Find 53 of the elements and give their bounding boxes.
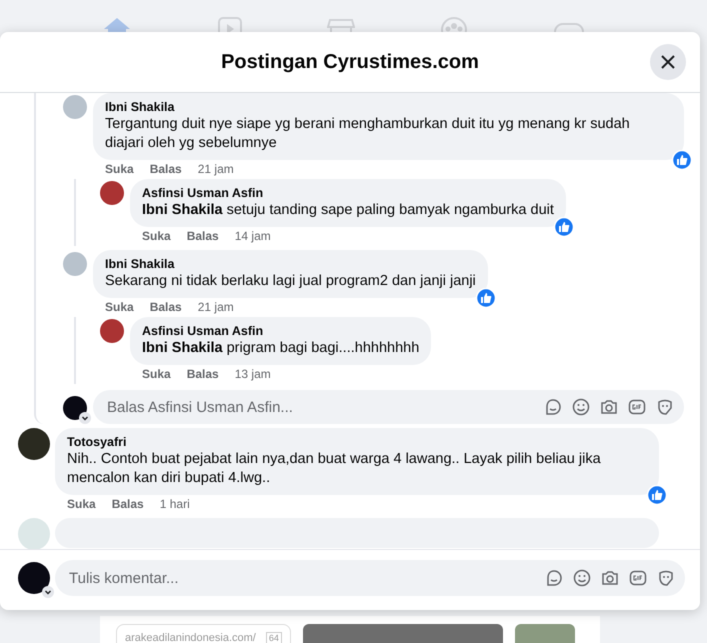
camera-icon[interactable] xyxy=(600,398,618,416)
chevron-down-icon[interactable] xyxy=(42,586,54,598)
timestamp[interactable]: 21 jam xyxy=(198,162,234,177)
sticker-icon[interactable] xyxy=(656,398,674,416)
avatar-sticker-icon[interactable] xyxy=(544,398,562,416)
comment-author[interactable]: Ibni Shakila xyxy=(105,256,476,272)
chevron-down-icon[interactable] xyxy=(79,412,91,424)
like-reaction-icon[interactable] xyxy=(476,288,496,308)
emoji-icon[interactable] xyxy=(573,569,591,587)
avatar[interactable] xyxy=(100,319,124,343)
comment-author[interactable]: Totosyafri xyxy=(67,434,647,450)
reply-field[interactable]: Balas Asfinsi Usman Asfin... xyxy=(105,390,544,424)
comment-author[interactable]: Asfinsi Usman Asfin xyxy=(142,323,420,339)
avatar-sticker-icon[interactable] xyxy=(545,569,563,587)
avatar[interactable] xyxy=(18,428,50,460)
like-link[interactable]: Suka xyxy=(67,497,96,512)
gif-icon[interactable] xyxy=(628,398,646,416)
like-link[interactable]: Suka xyxy=(142,367,171,382)
comment-text: Ibni Shakila prigram bagi bagi....hhhhhhhh xyxy=(142,339,420,358)
reply-link[interactable]: Balas xyxy=(112,497,144,512)
timestamp[interactable]: 13 jam xyxy=(234,367,271,382)
reply-link[interactable]: Balas xyxy=(186,229,219,244)
comment-text: Ibni Shakila setuju tanding sape paling bamyak ngamburka duit xyxy=(142,201,554,220)
like-link[interactable]: Suka xyxy=(105,300,134,315)
like-reaction-icon[interactable] xyxy=(647,485,667,505)
like-reaction-icon[interactable] xyxy=(672,150,692,170)
close-icon xyxy=(661,55,675,69)
dialog-title: Postingan Cyrustimes.com xyxy=(221,50,479,74)
reply-box[interactable]: Balas Asfinsi Usman Asfin... xyxy=(93,390,684,424)
sticker-icon[interactable] xyxy=(657,569,675,587)
comment-text: Tergantung duit nye siape yg berani menghamburkan duit itu yg menang kr sudah diajari oleh yg sebelumnye xyxy=(105,115,631,153)
like-reaction-icon[interactable] xyxy=(554,217,574,237)
like-link[interactable]: Suka xyxy=(142,229,171,244)
comment-box[interactable]: Tulis komentar... xyxy=(55,560,685,596)
comment-text: Nih.. Contoh buat pejabat lain nya,dan buat warga 4 lawang.. Layak pilih beliau jika mencalon kan diri bupati 4.lwg.. xyxy=(67,450,602,488)
emoji-icon[interactable] xyxy=(572,398,590,416)
comment-field[interactable]: Tulis komentar... xyxy=(67,560,545,596)
timestamp[interactable]: 14 jam xyxy=(234,229,271,244)
gif-icon[interactable] xyxy=(629,569,647,587)
reply-link[interactable]: Balas xyxy=(186,367,219,382)
like-link[interactable]: Suka xyxy=(105,162,134,177)
timestamp[interactable]: 21 jam xyxy=(198,300,234,315)
count-badge: 64 xyxy=(266,632,282,643)
comment-text: Sekarang ni tidak berlaku lagi jual program2 dan janji janji xyxy=(105,272,476,291)
reply-link[interactable]: Balas xyxy=(150,162,182,177)
camera-icon[interactable] xyxy=(601,569,619,587)
timestamp[interactable]: 1 hari xyxy=(160,497,190,512)
link-url: arakeadilanindonesia.com/ xyxy=(125,632,256,643)
close-button[interactable] xyxy=(650,44,686,80)
comment-author[interactable]: Asfinsi Usman Asfin xyxy=(142,185,554,201)
reply-link[interactable]: Balas xyxy=(150,300,182,315)
comment-author[interactable]: Ibni Shakila xyxy=(105,99,672,115)
avatar[interactable] xyxy=(100,181,124,205)
